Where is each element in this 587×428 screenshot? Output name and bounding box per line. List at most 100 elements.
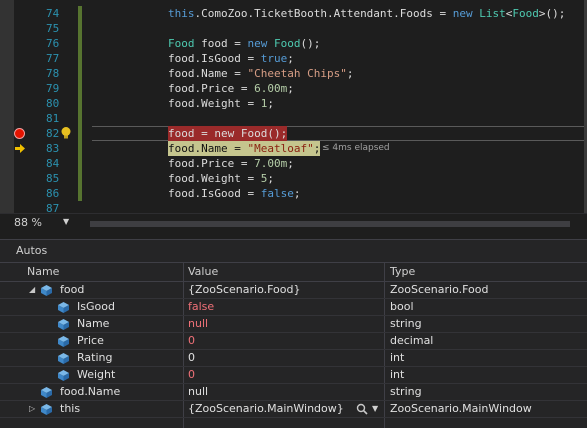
code-token: false <box>260 187 294 200</box>
variable-value[interactable]: null <box>188 317 208 330</box>
variable-value[interactable]: null <box>188 385 208 398</box>
code-token: ; <box>287 82 294 95</box>
horizontal-scrollbar[interactable] <box>90 221 570 227</box>
column-header-type[interactable]: Type <box>390 265 415 278</box>
table-row[interactable]: ◢ food {ZooScenario.Food} ZooScenario.Fo… <box>0 282 587 299</box>
code-line-87[interactable]: 87 <box>0 201 587 213</box>
code-text[interactable]: food.IsGood = false; <box>168 186 300 201</box>
variable-type: string <box>390 317 422 330</box>
code-line-75[interactable]: 75 <box>0 21 587 36</box>
code-line-77[interactable]: 77 food.IsGood = true; <box>0 51 587 66</box>
instruction-pointer-icon[interactable] <box>15 144 25 153</box>
zoom-level[interactable]: 88 % <box>14 216 42 229</box>
variable-name: Name <box>77 317 110 330</box>
visualizer-magnifier-icon[interactable] <box>356 403 368 415</box>
expand-arrow-icon[interactable]: ▷ <box>29 404 35 413</box>
code-line-78[interactable]: 78 food.Name = "Cheetah Chips"; <box>0 66 587 81</box>
code-token: new <box>452 7 473 20</box>
variable-value[interactable]: 0 <box>188 334 195 347</box>
property-icon <box>58 336 69 347</box>
code-editor[interactable]: 74 this.ComoZoo.TicketBooth.Attendant.Fo… <box>0 0 587 213</box>
code-text[interactable]: food.Name = "Cheetah Chips"; <box>168 66 353 81</box>
code-text[interactable]: food.IsGood = true; <box>168 51 294 66</box>
code-token: .ComoZoo.TicketBooth.Attendant.Foods = <box>194 7 453 20</box>
variable-value[interactable]: {ZooScenario.Food} <box>188 283 301 296</box>
column-header-value[interactable]: Value <box>188 265 218 278</box>
change-marker <box>78 186 82 201</box>
code-line-81[interactable]: 81 <box>0 111 587 126</box>
variable-name: food.Name <box>60 385 121 398</box>
code-text[interactable]: food.Weight = 5; <box>168 171 274 186</box>
table-row[interactable]: IsGood false bool <box>0 299 587 316</box>
code-text[interactable]: food.Name = "Meatloaf"; <box>168 141 321 156</box>
code-token: "Meatloaf" <box>247 142 314 155</box>
line-number: 87 <box>46 202 60 213</box>
code-token: ; <box>313 142 321 155</box>
variable-name: Weight <box>77 368 116 381</box>
code-line-84[interactable]: 84 food.Price = 7.00m; <box>0 156 587 171</box>
variable-icon <box>41 285 52 296</box>
code-line-76[interactable]: 76 Food food = new Food(); <box>0 36 587 51</box>
variable-icon <box>41 387 52 398</box>
variable-icon <box>41 404 52 415</box>
change-marker <box>78 111 82 126</box>
code-token: new <box>247 37 268 50</box>
code-token: >(); <box>538 7 566 20</box>
variable-type: string <box>390 385 422 398</box>
table-row[interactable]: Name null string <box>0 316 587 333</box>
code-line-80[interactable]: 80 food.Weight = 1; <box>0 96 587 111</box>
code-token: Food <box>168 37 195 50</box>
table-row[interactable]: Rating 0 int <box>0 350 587 367</box>
variable-name: this <box>60 402 81 415</box>
code-text[interactable]: food.Weight = 1; <box>168 96 274 111</box>
variable-name: IsGood <box>77 300 115 313</box>
change-marker <box>78 156 82 171</box>
code-token: food.IsGood = <box>168 52 261 65</box>
property-icon <box>58 319 69 330</box>
code-token: ; <box>287 157 294 170</box>
code-text[interactable]: Food food = new Food(); <box>168 36 320 51</box>
visualizer-dropdown-icon[interactable]: ▼ <box>372 404 378 413</box>
change-marker <box>78 51 82 66</box>
code-line-86[interactable]: 86 food.IsGood = false; <box>0 186 587 201</box>
variable-value[interactable]: 0 <box>188 368 195 381</box>
variable-type: ZooScenario.MainWindow <box>390 402 532 415</box>
table-row[interactable]: Price 0 decimal <box>0 333 587 350</box>
variable-value[interactable]: {ZooScenario.MainWindow} <box>188 402 344 415</box>
change-marker <box>78 36 82 51</box>
code-line-74[interactable]: 74 this.ComoZoo.TicketBooth.Attendant.Fo… <box>0 6 587 21</box>
code-line-82[interactable]: 82 food = new Food(); <box>0 126 587 141</box>
code-line-79[interactable]: 79 food.Price = 6.00m; <box>0 81 587 96</box>
variable-name: Price <box>77 334 104 347</box>
code-text[interactable]: food.Price = 6.00m; <box>168 81 294 96</box>
change-marker <box>78 96 82 111</box>
code-token: 7.00m <box>254 157 288 170</box>
code-token: food = <box>194 37 248 50</box>
code-line-85[interactable]: 85 food.Weight = 5; <box>0 171 587 186</box>
table-row[interactable]: ▷ this {ZooScenario.MainWindow} ▼ ZooSce… <box>0 401 587 418</box>
table-row[interactable]: food.Name null string <box>0 384 587 401</box>
change-marker <box>78 171 82 186</box>
code-text[interactable]: this.ComoZoo.TicketBooth.Attendant.Foods… <box>168 6 565 21</box>
perf-tip-elapsed[interactable]: ≤ 4ms elapsed <box>322 141 390 156</box>
variable-value[interactable]: false <box>188 300 214 313</box>
code-text[interactable]: food = new Food(); <box>168 126 288 141</box>
property-icon <box>58 370 69 381</box>
variable-value[interactable]: 0 <box>188 351 195 364</box>
variable-type: ZooScenario.Food <box>390 283 489 296</box>
zoom-dropdown-icon[interactable]: ▼ <box>63 217 69 226</box>
breakpoint-icon[interactable] <box>14 128 25 139</box>
panel-title: Autos <box>16 244 48 257</box>
table-row[interactable]: Weight 0 int <box>0 367 587 384</box>
code-line-83[interactable]: 83 food.Name = "Meatloaf"; ≤ 4ms elapsed <box>0 141 587 156</box>
code-token: ; <box>346 67 354 80</box>
property-icon <box>58 302 69 313</box>
code-token: true <box>260 52 288 65</box>
change-marker <box>78 141 82 156</box>
code-token: Food <box>273 37 301 50</box>
code-text[interactable]: food.Price = 7.00m; <box>168 156 294 171</box>
code-token: food.IsGood = <box>168 187 261 200</box>
column-header-name[interactable]: Name <box>27 265 59 278</box>
collapse-arrow-icon[interactable]: ◢ <box>29 285 35 294</box>
